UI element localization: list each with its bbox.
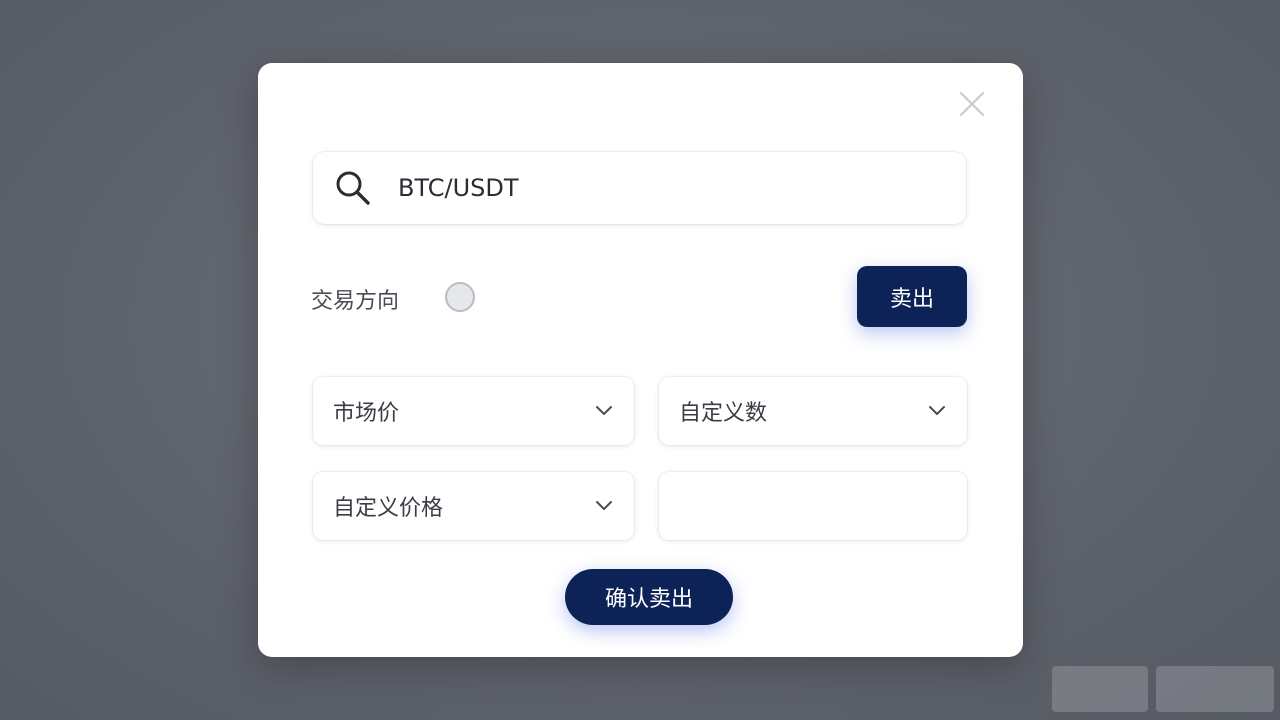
sell-button[interactable]: 卖出 bbox=[857, 266, 967, 327]
amount-type-select[interactable]: 自定义数 bbox=[659, 377, 967, 445]
price-type-select[interactable]: 自定义价格 bbox=[313, 472, 634, 540]
chevron-down-icon bbox=[594, 496, 614, 516]
price-type-value: 自定义价格 bbox=[333, 496, 444, 521]
search-icon bbox=[334, 169, 372, 207]
close-button[interactable] bbox=[958, 90, 986, 118]
chevron-down-icon bbox=[594, 401, 614, 421]
price-input-field[interactable] bbox=[659, 472, 967, 540]
trade-direction-label: 交易方向 bbox=[311, 289, 400, 314]
price-input[interactable] bbox=[679, 492, 947, 520]
trade-direction-radio[interactable] bbox=[445, 282, 475, 312]
confirm-sell-button[interactable]: 确认卖出 bbox=[565, 569, 733, 625]
order-type-value: 市场价 bbox=[333, 401, 400, 426]
order-type-select[interactable]: 市场价 bbox=[313, 377, 634, 445]
watermark-logo bbox=[1052, 666, 1274, 712]
search-box[interactable] bbox=[313, 152, 966, 224]
close-icon bbox=[959, 91, 985, 117]
trade-dialog: 交易方向 卖出 市场价 自定义数 自定义价格 确认卖出 bbox=[258, 63, 1023, 657]
search-input[interactable] bbox=[396, 173, 920, 203]
chevron-down-icon bbox=[927, 401, 947, 421]
amount-type-value: 自定义数 bbox=[679, 401, 768, 426]
